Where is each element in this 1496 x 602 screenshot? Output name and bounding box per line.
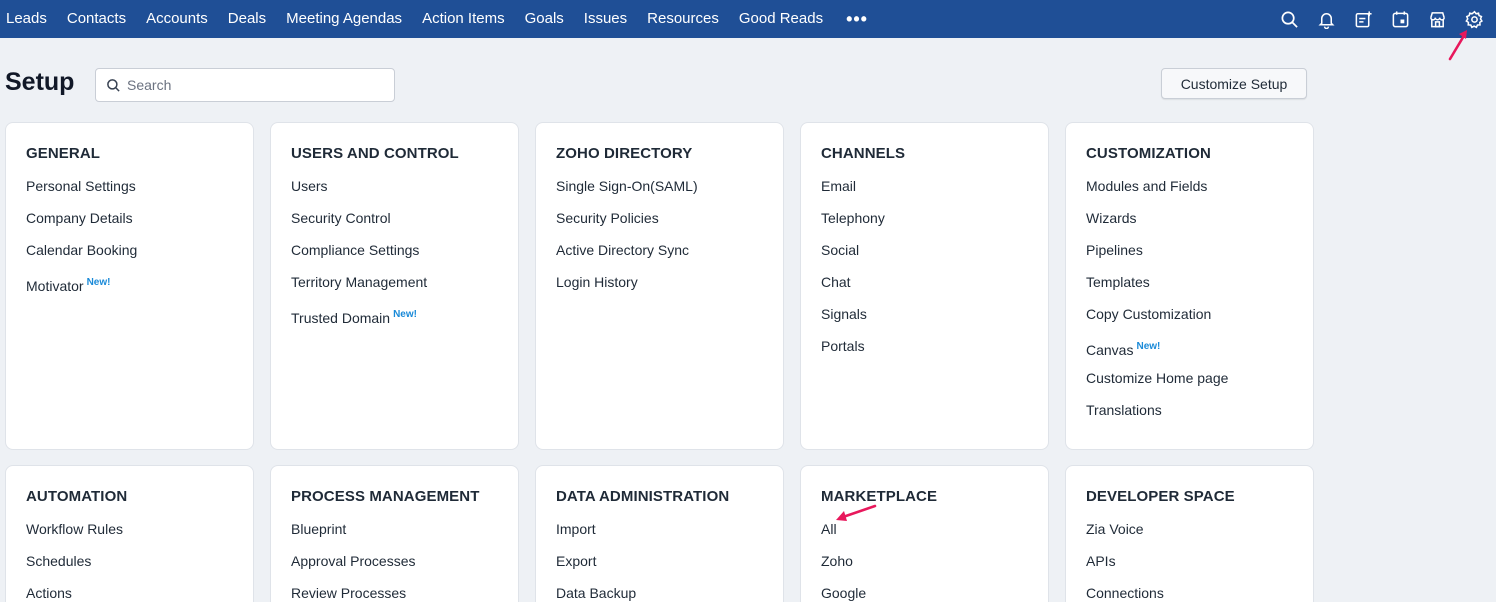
card-process-management: PROCESS MANAGEMENT Blueprint Approval Pr… [270, 465, 519, 602]
link-schedules[interactable]: Schedules [26, 551, 253, 583]
card-channels: CHANNELS Email Telephony Social Chat Sig… [800, 122, 1049, 450]
link-approval-processes[interactable]: Approval Processes [291, 551, 518, 583]
link-personal-settings[interactable]: Personal Settings [26, 176, 253, 208]
tab-deals[interactable]: Deals [228, 6, 266, 32]
card-title: DEVELOPER SPACE [1086, 488, 1235, 505]
search-icon[interactable] [1280, 10, 1299, 29]
link-calendar-booking[interactable]: Calendar Booking [26, 240, 253, 272]
card-title: ZOHO DIRECTORY [556, 145, 693, 162]
link-social[interactable]: Social [821, 240, 1048, 272]
link-trusted-domain[interactable]: Trusted Domain [291, 310, 390, 326]
link-users[interactable]: Users [291, 176, 518, 208]
link-customize-home-page[interactable]: Customize Home page [1086, 368, 1313, 400]
link-trusted-domain-row[interactable]: Trusted Domain New! [291, 304, 518, 336]
link-templates[interactable]: Templates [1086, 272, 1313, 304]
link-zoho[interactable]: Zoho [821, 551, 1048, 583]
link-modules-and-fields[interactable]: Modules and Fields [1086, 176, 1313, 208]
tab-leads[interactable]: Leads [6, 6, 47, 32]
link-zia-voice[interactable]: Zia Voice [1086, 519, 1313, 551]
card-title: DATA ADMINISTRATION [556, 488, 730, 505]
link-signals[interactable]: Signals [821, 304, 1048, 336]
card-users-and-control: USERS AND CONTROL Users Security Control… [270, 122, 519, 450]
customize-setup-button[interactable]: Customize Setup [1161, 68, 1307, 99]
setup-search-input[interactable] [127, 77, 377, 93]
card-zoho-directory: ZOHO DIRECTORY Single Sign-On(SAML) Secu… [535, 122, 784, 450]
link-motivator[interactable]: Motivator [26, 278, 84, 294]
card-title: CUSTOMIZATION [1086, 145, 1211, 162]
link-security-policies[interactable]: Security Policies [556, 208, 783, 240]
link-security-control[interactable]: Security Control [291, 208, 518, 240]
link-territory-management[interactable]: Territory Management [291, 272, 518, 304]
tab-accounts[interactable]: Accounts [146, 6, 208, 32]
link-active-directory-sync[interactable]: Active Directory Sync [556, 240, 783, 272]
link-blueprint[interactable]: Blueprint [291, 519, 518, 551]
link-single-sign-on[interactable]: Single Sign-On(SAML) [556, 176, 783, 208]
link-motivator-row[interactable]: Motivator New! [26, 272, 253, 304]
calendar-icon[interactable] [1391, 10, 1410, 29]
link-copy-customization[interactable]: Copy Customization [1086, 304, 1313, 336]
link-actions[interactable]: Actions [26, 583, 253, 602]
link-data-backup[interactable]: Data Backup [556, 583, 783, 602]
link-translations[interactable]: Translations [1086, 400, 1313, 432]
tab-goals[interactable]: Goals [525, 6, 564, 32]
link-telephony[interactable]: Telephony [821, 208, 1048, 240]
link-wizards[interactable]: Wizards [1086, 208, 1313, 240]
card-title: AUTOMATION [26, 488, 128, 505]
link-workflow-rules[interactable]: Workflow Rules [26, 519, 253, 551]
card-customization: CUSTOMIZATION Modules and Fields Wizards… [1065, 122, 1314, 450]
link-connections[interactable]: Connections [1086, 583, 1313, 602]
link-review-processes[interactable]: Review Processes [291, 583, 518, 602]
tab-issues[interactable]: Issues [584, 6, 627, 32]
new-badge: New! [1136, 341, 1161, 352]
link-email[interactable]: Email [821, 176, 1048, 208]
card-developer-space: DEVELOPER SPACE Zia Voice APIs Connectio… [1065, 465, 1314, 602]
tab-action-items[interactable]: Action Items [422, 6, 505, 32]
add-note-icon[interactable] [1354, 10, 1373, 29]
card-general: GENERAL Personal Settings Company Detail… [5, 122, 254, 450]
card-title: PROCESS MANAGEMENT [291, 488, 480, 505]
link-pipelines[interactable]: Pipelines [1086, 240, 1313, 272]
link-import[interactable]: Import [556, 519, 783, 551]
link-compliance-settings[interactable]: Compliance Settings [291, 240, 518, 272]
card-marketplace: MARKETPLACE All Zoho Google [800, 465, 1049, 602]
tab-contacts[interactable]: Contacts [67, 6, 126, 32]
search-icon [107, 78, 120, 92]
annotation-arrow-gear [1448, 30, 1467, 61]
card-title: GENERAL [26, 145, 101, 162]
link-portals[interactable]: Portals [821, 336, 1048, 368]
new-badge: New! [86, 277, 111, 288]
top-navigation-bar: Leads Contacts Accounts Deals Meeting Ag… [0, 0, 1496, 38]
marketplace-store-icon[interactable] [1428, 10, 1447, 29]
tab-resources[interactable]: Resources [647, 6, 719, 32]
link-chat[interactable]: Chat [821, 272, 1048, 304]
settings-gear-icon[interactable] [1465, 10, 1484, 29]
new-badge: New! [393, 309, 417, 320]
bell-icon[interactable] [1317, 10, 1336, 29]
annotation-arrow-all [836, 504, 877, 521]
link-canvas-row[interactable]: Canvas New! [1086, 336, 1313, 368]
link-login-history[interactable]: Login History [556, 272, 783, 304]
page-title: Setup [5, 68, 75, 96]
card-automation: AUTOMATION Workflow Rules Schedules Acti… [5, 465, 254, 602]
tab-good-reads[interactable]: Good Reads [739, 6, 823, 32]
link-apis[interactable]: APIs [1086, 551, 1313, 583]
link-google[interactable]: Google [821, 583, 1048, 602]
card-data-administration: DATA ADMINISTRATION Import Export Data B… [535, 465, 784, 602]
card-title: USERS AND CONTROL [291, 145, 459, 162]
setup-search-box[interactable] [95, 68, 395, 102]
card-title: CHANNELS [821, 145, 906, 162]
tab-meeting-agendas[interactable]: Meeting Agendas [286, 6, 402, 32]
link-canvas[interactable]: Canvas [1086, 342, 1133, 358]
more-tabs-button[interactable]: ••• [846, 9, 868, 30]
link-export[interactable]: Export [556, 551, 783, 583]
link-company-details[interactable]: Company Details [26, 208, 253, 240]
module-tabs: Leads Contacts Accounts Deals Meeting Ag… [0, 0, 868, 38]
